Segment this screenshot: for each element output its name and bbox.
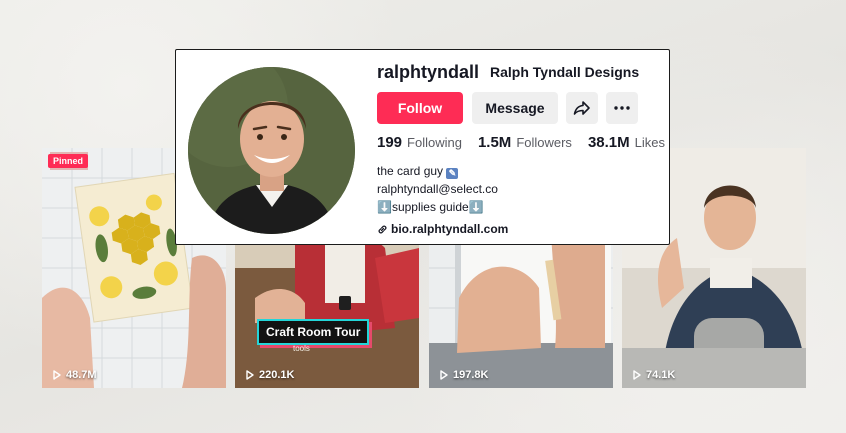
likes-stat: 38.1M Likes	[588, 134, 665, 151]
view-count: 48.7M	[52, 369, 97, 381]
play-icon	[440, 370, 448, 380]
share-button[interactable]	[566, 92, 598, 124]
avatar-image	[188, 67, 355, 234]
more-icon	[614, 106, 630, 110]
down-arrow-emoji-icon: ⬇️	[468, 200, 484, 214]
video-overlay-title: Craft Room Tour	[257, 319, 370, 345]
profile-bio: the card guy ✎ ralphtyndall@select.co ⬇️…	[377, 162, 498, 216]
bio-line-2: ralphtyndall@select.co	[377, 182, 498, 196]
view-count-value: 48.7M	[66, 369, 97, 381]
bio-link-text: bio.ralphtyndall.com	[391, 222, 509, 236]
artist-emoji-icon: ✎	[446, 168, 459, 179]
play-icon	[246, 370, 254, 380]
play-icon	[53, 370, 61, 380]
view-count-value: 197.8K	[453, 369, 489, 381]
avatar[interactable]	[188, 67, 355, 234]
profile-card: ralphtyndall Ralph Tyndall Designs Follo…	[175, 49, 670, 245]
followers-stat[interactable]: 1.5M Followers	[478, 134, 572, 151]
share-icon	[573, 101, 590, 115]
followers-count: 1.5M	[477, 134, 512, 151]
view-count: 197.8K	[439, 369, 488, 381]
likes-count: 38.1M	[587, 134, 630, 151]
following-label: Following	[407, 135, 462, 150]
view-count: 220.1K	[245, 369, 294, 381]
down-arrow-emoji-icon: ⬇️	[377, 200, 392, 214]
message-button[interactable]: Message	[472, 92, 558, 124]
bio-link[interactable]: bio.ralphtyndall.com	[377, 222, 508, 236]
bio-line-1: the card guy ✎	[377, 162, 498, 180]
likes-label: Likes	[634, 135, 665, 150]
following-count: 199	[377, 134, 403, 151]
play-icon	[633, 370, 641, 380]
display-name: Ralph Tyndall Designs	[490, 64, 640, 80]
link-icon	[378, 225, 387, 233]
followers-label: Followers	[516, 135, 572, 150]
video-overlay-subtitle: tools	[293, 344, 310, 353]
bio-text: the card guy	[377, 164, 444, 178]
pinned-badge: Pinned	[48, 154, 89, 168]
bio-line-3: ⬇️supplies guide⬇️	[377, 198, 498, 216]
more-options-button[interactable]	[606, 92, 638, 124]
view-count-value: 74.1K	[646, 369, 676, 381]
following-stat[interactable]: 199 Following	[377, 134, 462, 151]
profile-stats: 199 Following 1.5M Followers 38.1M Likes	[377, 134, 665, 151]
view-count: 74.1K	[632, 369, 675, 381]
view-count-value: 220.1K	[259, 369, 295, 381]
bio-supplies-text: supplies guide	[391, 200, 469, 214]
username: ralphtyndall	[377, 62, 480, 82]
follow-button[interactable]: Follow	[377, 92, 463, 124]
